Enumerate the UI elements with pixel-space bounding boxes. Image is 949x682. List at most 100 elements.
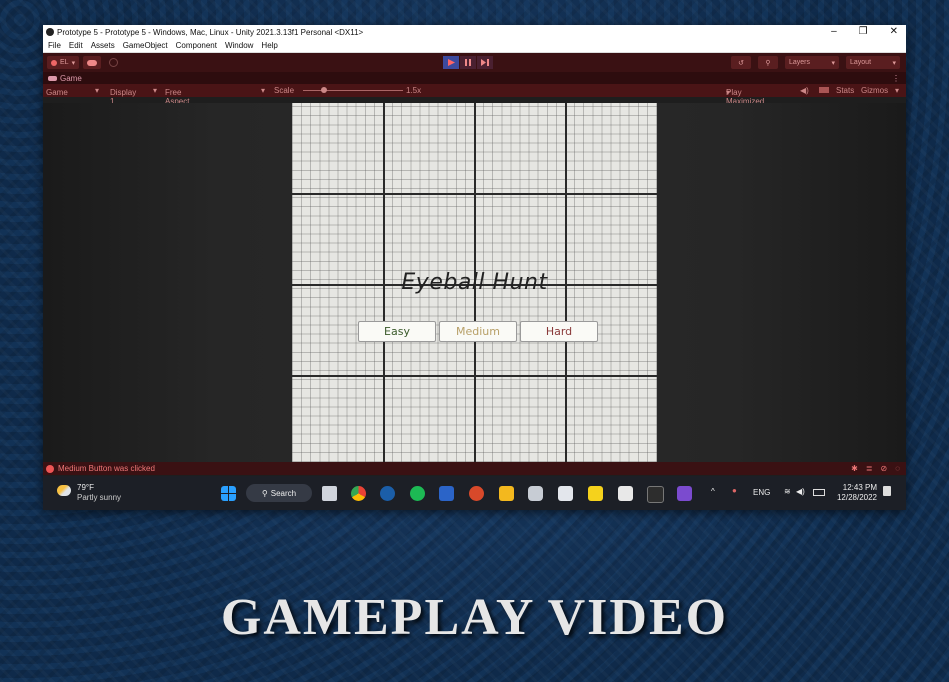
menu-component[interactable]: Component <box>176 41 217 50</box>
weather-temp[interactable]: 79°F <box>77 483 94 492</box>
keyboard-icon[interactable] <box>819 87 829 93</box>
chevron-up-icon[interactable]: ^ <box>711 487 715 496</box>
notification-icon[interactable] <box>883 486 891 496</box>
chevron-down-icon: ▾ <box>726 88 731 97</box>
game-canvas[interactable]: Eyeball Hunt Easy Medium Hard <box>292 103 657 462</box>
window-titlebar: Prototype 5 - Prototype 5 - Windows, Mac… <box>43 25 906 39</box>
play-icon <box>447 59 455 66</box>
chevron-down-icon: ▾ <box>892 59 896 67</box>
chevron-down-icon: ▾ <box>261 86 266 95</box>
steam-icon[interactable] <box>380 486 395 501</box>
chrome-icon[interactable] <box>351 486 366 501</box>
stats-button[interactable]: Stats <box>836 86 854 95</box>
bug-icon[interactable]: ✱ <box>851 464 858 473</box>
search-icon: ⚲ <box>765 59 771 67</box>
wifi-icon[interactable]: ≋ <box>784 487 791 496</box>
start-icon[interactable] <box>221 486 236 501</box>
drive-icon[interactable] <box>528 486 543 501</box>
task-view-icon[interactable] <box>322 486 337 501</box>
menu-help[interactable]: Help <box>261 41 277 50</box>
battery-icon[interactable] <box>813 489 825 496</box>
gamepad-icon <box>48 75 57 81</box>
menu-edit[interactable]: Edit <box>69 41 83 50</box>
game-tab-bar: Game ⋮ <box>43 72 906 84</box>
account-label: EL <box>60 59 69 66</box>
unity-editor-window: Prototype 5 - Prototype 5 - Windows, Mac… <box>43 25 906 510</box>
no-entry-icon[interactable]: ⊘ <box>881 464 888 473</box>
more-options-icon[interactable]: ⋮ <box>892 74 900 83</box>
play-button[interactable] <box>443 56 459 69</box>
clock-time[interactable]: 12:43 PM <box>841 483 877 492</box>
windows-taskbar: 79°F Partly sunny ⚲ Search ^ ● ENG ≋ ◀) … <box>43 476 906 510</box>
visual-studio-icon[interactable] <box>677 486 692 501</box>
weather-icon <box>57 485 71 496</box>
chevron-down-icon: ▾ <box>895 86 900 95</box>
maximize-button[interactable]: ❐ <box>859 25 868 39</box>
account-icon <box>51 59 57 66</box>
sticky-notes-icon[interactable] <box>588 486 603 501</box>
powerpoint-icon[interactable] <box>469 486 484 501</box>
collab-icon <box>109 58 119 67</box>
layers-dropdown[interactable]: Layers ▾ <box>785 56 839 69</box>
layers-stack-icon[interactable]: ≣ <box>866 464 873 473</box>
collab-button[interactable] <box>105 56 122 69</box>
spotify-icon[interactable] <box>410 486 425 501</box>
console-status-bar[interactable]: Medium Button was clicked ✱ ≣ ⊘ ◌ <box>43 462 906 475</box>
volume-icon[interactable]: ◀) <box>796 487 805 496</box>
history-button[interactable]: ↺ <box>731 56 751 69</box>
scale-slider-handle[interactable] <box>321 87 327 93</box>
scale-slider-track[interactable] <box>303 90 403 91</box>
status-message: Medium Button was clicked <box>58 464 155 473</box>
unity-hub-icon[interactable] <box>618 486 633 501</box>
hard-button[interactable]: Hard <box>520 321 598 342</box>
layout-label: Layout <box>850 59 872 66</box>
mute-audio-icon[interactable]: ◀) <box>800 86 809 95</box>
pause-icon <box>464 59 471 66</box>
menu-file[interactable]: File <box>48 41 61 50</box>
game-viewport: Eyeball Hunt Easy Medium Hard <box>43 103 906 462</box>
info-icon <box>46 464 54 473</box>
microphone-icon[interactable]: ● <box>732 486 737 495</box>
slide-caption: GAMEPLAY VIDEO <box>220 589 729 646</box>
clock-date[interactable]: 12/28/2022 <box>834 493 877 502</box>
weather-desc[interactable]: Partly sunny <box>77 493 121 502</box>
word-icon[interactable] <box>439 486 454 501</box>
file-explorer-icon[interactable] <box>499 486 514 501</box>
close-button[interactable]: ✕ <box>890 25 898 39</box>
unity-toolbar: EL ▾ ↺ ⚲ Layers ▾ Layout ▾ <box>43 53 906 72</box>
window-controls: – ❐ ✕ <box>831 25 898 39</box>
chevron-down-icon: ▾ <box>831 59 835 67</box>
snipping-tool-icon[interactable] <box>558 486 573 501</box>
menu-bar: File Edit Assets GameObject Component Wi… <box>43 39 906 53</box>
play-controls <box>443 56 493 69</box>
medium-button[interactable]: Medium <box>439 321 517 342</box>
layers-label: Layers <box>789 59 811 66</box>
layout-dropdown[interactable]: Layout ▾ <box>846 56 900 69</box>
search-box[interactable]: ⚲ Search <box>246 484 312 502</box>
cloud-icon <box>87 59 98 66</box>
menu-window[interactable]: Window <box>225 41 253 50</box>
step-icon <box>481 59 489 66</box>
gizmos-button[interactable]: Gizmos <box>861 86 888 95</box>
minimize-button[interactable]: – <box>831 25 837 39</box>
step-button[interactable] <box>477 56 493 69</box>
game-mode-label: Game <box>46 88 68 97</box>
medium-label: Medium <box>456 325 500 338</box>
unity-logo-icon <box>46 28 54 36</box>
search-button[interactable]: ⚲ <box>758 56 778 69</box>
unity-editor-icon[interactable] <box>647 486 664 503</box>
menu-gameobject[interactable]: GameObject <box>123 41 168 50</box>
scale-value: 1.5x <box>406 86 422 95</box>
scale-label: Scale <box>274 86 295 95</box>
tab-game[interactable]: Game <box>60 74 82 83</box>
easy-button[interactable]: Easy <box>358 321 436 342</box>
language-indicator[interactable]: ENG <box>753 488 770 497</box>
history-icon: ↺ <box>738 59 744 67</box>
game-view-toolbar: Game ▾ Display 1 ▾ Free Aspect ▾ Scale 1… <box>43 84 906 106</box>
circle-check-icon[interactable]: ◌ <box>895 464 900 473</box>
cloud-button[interactable] <box>83 56 102 69</box>
menu-assets[interactable]: Assets <box>91 41 115 50</box>
pause-button[interactable] <box>460 56 476 69</box>
hard-label: Hard <box>545 325 573 338</box>
account-button[interactable]: EL ▾ <box>47 56 80 69</box>
